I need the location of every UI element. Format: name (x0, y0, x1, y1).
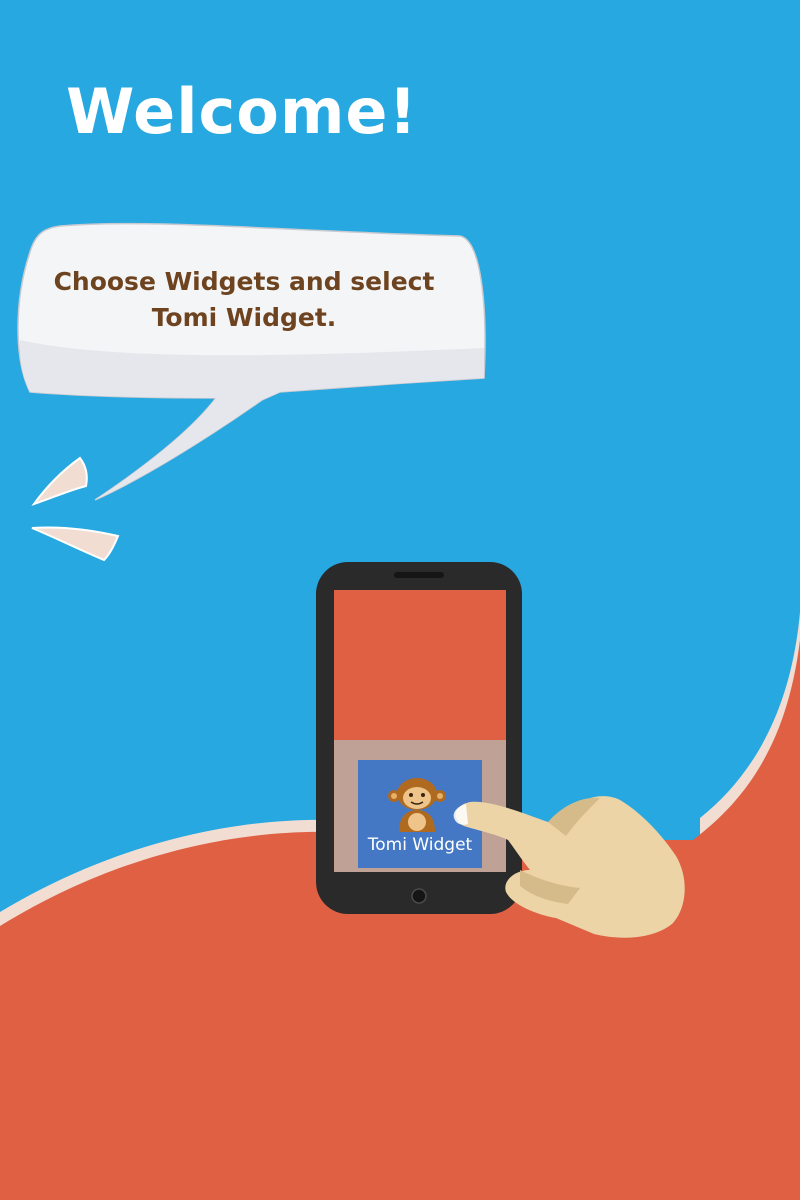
phone-home-button (411, 888, 427, 904)
illustration-scene (0, 0, 800, 1200)
widget-label: Tomi Widget (367, 835, 473, 855)
page-title: Welcome! (66, 75, 418, 148)
instruction-line-1: Choose Widgets and select (53, 267, 435, 296)
instruction-line-2: Tomi Widget. (151, 303, 337, 332)
instruction-text: Choose Widgets and select Tomi Widget. (34, 264, 454, 336)
